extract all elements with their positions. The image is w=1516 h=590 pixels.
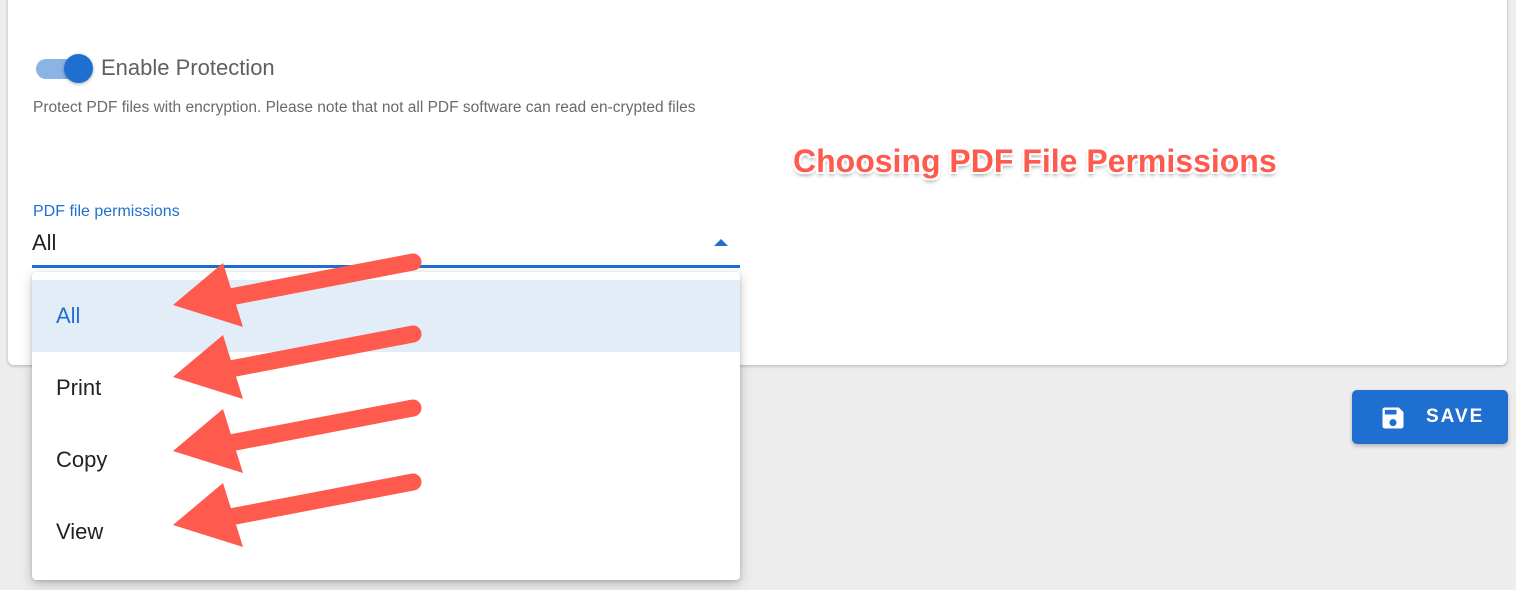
- permissions-select[interactable]: All: [32, 226, 740, 268]
- caret-up-icon: [714, 239, 728, 246]
- enable-protection-toggle[interactable]: [35, 54, 93, 84]
- save-button-label: SAVE: [1426, 406, 1485, 427]
- menu-item-print[interactable]: Print: [32, 352, 740, 424]
- enable-protection-label: Enable Protection: [101, 55, 275, 80]
- toggle-thumb: [64, 54, 93, 83]
- permissions-field-label: PDF file permissions: [33, 203, 180, 220]
- protection-description: Protect PDF files with encryption. Pleas…: [33, 99, 696, 116]
- select-underline: [32, 265, 740, 268]
- menu-item-view[interactable]: View: [32, 496, 740, 568]
- menu-item-all[interactable]: All: [32, 280, 740, 352]
- annotation-title: Choosing PDF File Permissions: [793, 143, 1277, 179]
- save-button[interactable]: SAVE: [1352, 390, 1508, 444]
- permissions-dropdown-menu: All Print Copy View: [32, 272, 740, 580]
- floppy-disk-icon: [1382, 407, 1404, 429]
- permissions-selected-value: All: [32, 230, 57, 255]
- menu-item-copy[interactable]: Copy: [32, 424, 740, 496]
